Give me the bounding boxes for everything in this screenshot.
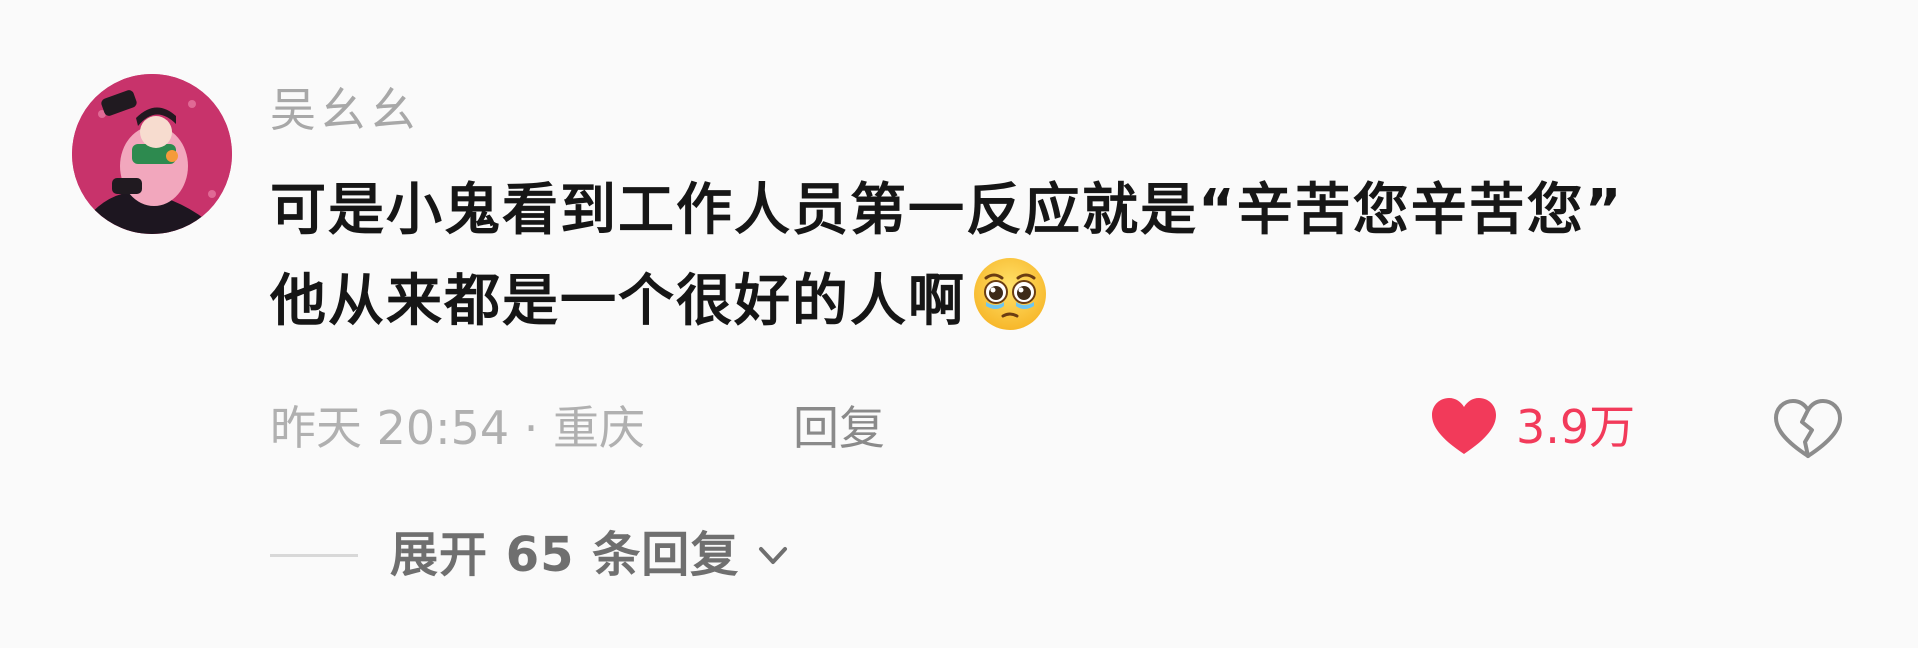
expand-replies-label: 展开 65 条回复 — [390, 527, 740, 583]
comment-text: 可是小鬼看到工作人员第一反应就是“辛苦您辛苦您” 他从来都是一个很好的人啊 — [270, 168, 1830, 345]
dislike-button[interactable] — [1772, 398, 1844, 462]
chevron-down-icon — [759, 547, 788, 564]
comment-text-line-1: 可是小鬼看到工作人员第一反应就是“辛苦您辛苦您” — [270, 178, 1624, 243]
comment-text-line-2: 他从来都是一个很好的人啊 — [270, 254, 1830, 345]
broken-heart-icon — [1774, 399, 1842, 458]
expand-replies-button[interactable]: 展开 65 条回复 — [270, 525, 793, 585]
divider — [270, 553, 358, 557]
reply-button[interactable]: 回复 — [793, 398, 885, 458]
comment-item: 吴幺幺 可是小鬼看到工作人员第一反应就是“辛苦您辛苦您” 他从来都是一个很好的人… — [0, 0, 1918, 648]
like-count: 3.9万 — [1516, 400, 1636, 454]
pleading-face-emoji-icon — [974, 258, 1046, 330]
like-button[interactable]: 3.9万 — [1430, 396, 1635, 458]
avatar[interactable] — [72, 74, 232, 234]
comment-text-line-2-text: 他从来都是一个很好的人啊 — [270, 269, 966, 334]
username[interactable]: 吴幺幺 — [270, 80, 420, 140]
comment-meta: 昨天 20:54 · 重庆 — [270, 401, 646, 455]
heart-icon — [1432, 398, 1496, 454]
